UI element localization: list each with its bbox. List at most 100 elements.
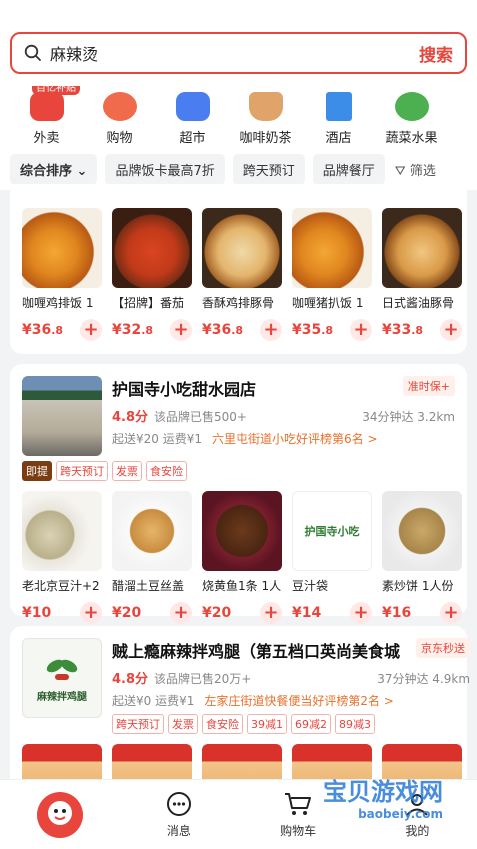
dish-item[interactable]: 烧黄鱼1条 1人 ¥20 + [202, 491, 282, 624]
funnel-icon: ⛛ [394, 163, 406, 179]
dish-item[interactable]: 醋溜土豆丝盖 ¥20 + [112, 491, 192, 624]
hotel-icon [325, 92, 352, 121]
dish-price: ¥36.8 [202, 322, 244, 338]
dish-item[interactable]: 【招牌】番茄 ¥32.8 + [112, 208, 192, 341]
tag: 食安险 [202, 714, 243, 734]
dish-price: ¥20 [112, 605, 142, 621]
dish-name: 老北京豆汁+2 [22, 579, 100, 593]
add-to-cart-button[interactable]: + [80, 319, 102, 341]
filter-cross-day[interactable]: 跨天预订 [232, 154, 305, 184]
dish-price: ¥36.8 [22, 322, 64, 338]
cart-icon [285, 793, 312, 815]
delivery-time-distance: 34分钟达 3.2km [362, 410, 455, 424]
search-input[interactable]: 麻辣烫 [50, 41, 419, 65]
dish-price: ¥14 [292, 605, 322, 621]
dish-price: ¥10 [22, 605, 52, 621]
tag: 发票 [168, 714, 198, 734]
dish-name: 咖喱猪扒饭 1 [292, 296, 364, 310]
tag: 69减2 [291, 714, 331, 734]
dish-item[interactable]: 咖喱猪扒饭 1 ¥35.8 + [292, 208, 372, 341]
dish-item[interactable]: 护国寺小吃 豆汁袋 ¥14 + [292, 491, 372, 624]
tag-row: 即提 跨天预订 发票 食安险 [22, 461, 455, 481]
tab-messages[interactable]: 消息 [119, 780, 238, 849]
add-to-cart-button[interactable]: + [350, 319, 372, 341]
filter-row: 综合排序 ⌄ 品牌饭卡最高7折 跨天预订 品牌餐厅 ⛛ 筛选 [10, 154, 467, 184]
add-to-cart-button[interactable]: + [80, 602, 102, 624]
dish-name: 醋溜土豆丝盖 [112, 579, 185, 593]
dish-name: 豆汁袋 [292, 579, 329, 593]
coffee-icon [248, 92, 283, 121]
category-label: 超市 [179, 131, 206, 146]
delivery-time-distance: 37分钟达 4.9km [377, 672, 471, 686]
add-to-cart-button[interactable]: + [440, 319, 462, 341]
search-icon [24, 44, 42, 62]
add-to-cart-button[interactable]: + [440, 602, 462, 624]
takeout-icon [29, 92, 64, 121]
on-time-badge: 准时保+ [402, 376, 455, 396]
category-label: 购物 [106, 131, 133, 146]
dish-name: 香酥鸡排豚骨 [202, 296, 275, 310]
category-coffee[interactable]: 咖啡奶茶 [229, 86, 302, 146]
category-digital[interactable]: 数码 [448, 86, 467, 146]
dish-image: 护国寺小吃 [292, 491, 372, 571]
tag: 食安险 [146, 461, 187, 481]
dish-image [202, 491, 282, 571]
sort-dropdown[interactable]: 综合排序 ⌄ [10, 154, 98, 184]
dish-item[interactable]: 素炒饼 1人份 ¥16 + [382, 491, 462, 624]
rating: 4.8分 [112, 672, 149, 687]
dish-item[interactable]: 日式酱油豚骨 ¥33.8 + [382, 208, 462, 341]
search-button[interactable]: 搜索 [419, 41, 453, 66]
supermarket-icon [175, 92, 210, 121]
tag: 即提 [22, 461, 52, 481]
tag: 89减3 [335, 714, 375, 734]
filter-button[interactable]: ⛛ 筛选 [393, 154, 438, 184]
tag-row: 跨天预订 发票 食安险 39减1 69减2 89减3 [112, 714, 470, 734]
shop-card[interactable]: 咖喱鸡排饭 1 ¥36.8 + 【招牌】番茄 ¥32.8 + 香酥鸡排豚骨 ¥36.… [10, 190, 467, 354]
rating: 4.8分 [112, 410, 149, 425]
dish-item[interactable]: 香酥鸡排豚骨 ¥36.8 + [202, 208, 282, 341]
chevron-down-icon: ⌄ [76, 163, 88, 179]
logo-text: 麻辣拌鸡腿 [37, 691, 87, 703]
filter-brand-card[interactable]: 品牌饭卡最高7折 [105, 154, 225, 184]
mascot-icon [36, 791, 83, 838]
sort-label: 综合排序 [20, 163, 73, 179]
delivery-fee: 起送¥0 运费¥1 [112, 694, 195, 708]
tag: 跨天预订 [112, 714, 164, 734]
category-supermarket[interactable]: 超市 [156, 86, 229, 146]
dish-name: 素炒饼 1人份 [382, 579, 454, 593]
shop-card[interactable]: 护国寺小吃甜水园店 准时保+ 4.8分 该品牌已售500+ 34分钟达 3.2km … [10, 364, 467, 624]
category-takeout[interactable]: 百亿补贴 外卖 [10, 86, 83, 146]
dish-row: 咖喱鸡排饭 1 ¥36.8 + 【招牌】番茄 ¥32.8 + 香酥鸡排豚骨 ¥36.… [22, 208, 462, 341]
dish-name: 【招牌】番茄 [112, 296, 185, 310]
filter-brand-restaurant[interactable]: 品牌餐厅 [312, 154, 385, 184]
dish-image [292, 208, 372, 288]
add-to-cart-button[interactable]: + [350, 602, 372, 624]
ranking-link[interactable]: 六里屯街道小吃好评榜第6名 > [212, 430, 378, 447]
add-to-cart-button[interactable]: + [170, 602, 192, 624]
tab-label: 购物车 [280, 824, 317, 838]
dish-price: ¥16 [382, 605, 412, 621]
sold-count: 该品牌已售500+ [154, 410, 247, 424]
dish-item[interactable]: 老北京豆汁+2 ¥10 + [22, 491, 102, 624]
category-label: 酒店 [325, 131, 352, 146]
add-to-cart-button[interactable]: + [260, 602, 282, 624]
delivery-fee: 起送¥20 运费¥1 [112, 432, 202, 446]
category-shopping[interactable]: 购物 [83, 86, 156, 146]
add-to-cart-button[interactable]: + [170, 319, 192, 341]
category-vegetable[interactable]: 蔬菜水果 [375, 86, 448, 146]
tab-home[interactable] [0, 780, 119, 849]
header: 麻辣烫 搜索 百亿补贴 外卖 购物 超市 咖啡奶茶 酒店 蔬菜水果 综合排序 ⌄… [0, 0, 477, 190]
dish-image [112, 491, 192, 571]
search-bar[interactable]: 麻辣烫 搜索 [10, 32, 467, 74]
dish-price: ¥33.8 [382, 322, 424, 338]
category-row: 百亿补贴 外卖 购物 超市 咖啡奶茶 酒店 蔬菜水果 数码 [10, 86, 467, 146]
ranking-link[interactable]: 左家庄街道快餐便当好评榜第2名 > [204, 692, 394, 709]
add-to-cart-button[interactable]: + [260, 319, 282, 341]
dish-item[interactable]: 咖喱鸡排饭 1 ¥36.8 + [22, 208, 102, 341]
tab-label: 消息 [166, 824, 191, 838]
dish-image [382, 208, 462, 288]
dish-image [112, 208, 192, 288]
watermark: 宝贝游戏网 baobeiy.com [323, 772, 443, 821]
category-hotel[interactable]: 酒店 [302, 86, 375, 146]
category-label: 外卖 [33, 131, 60, 146]
